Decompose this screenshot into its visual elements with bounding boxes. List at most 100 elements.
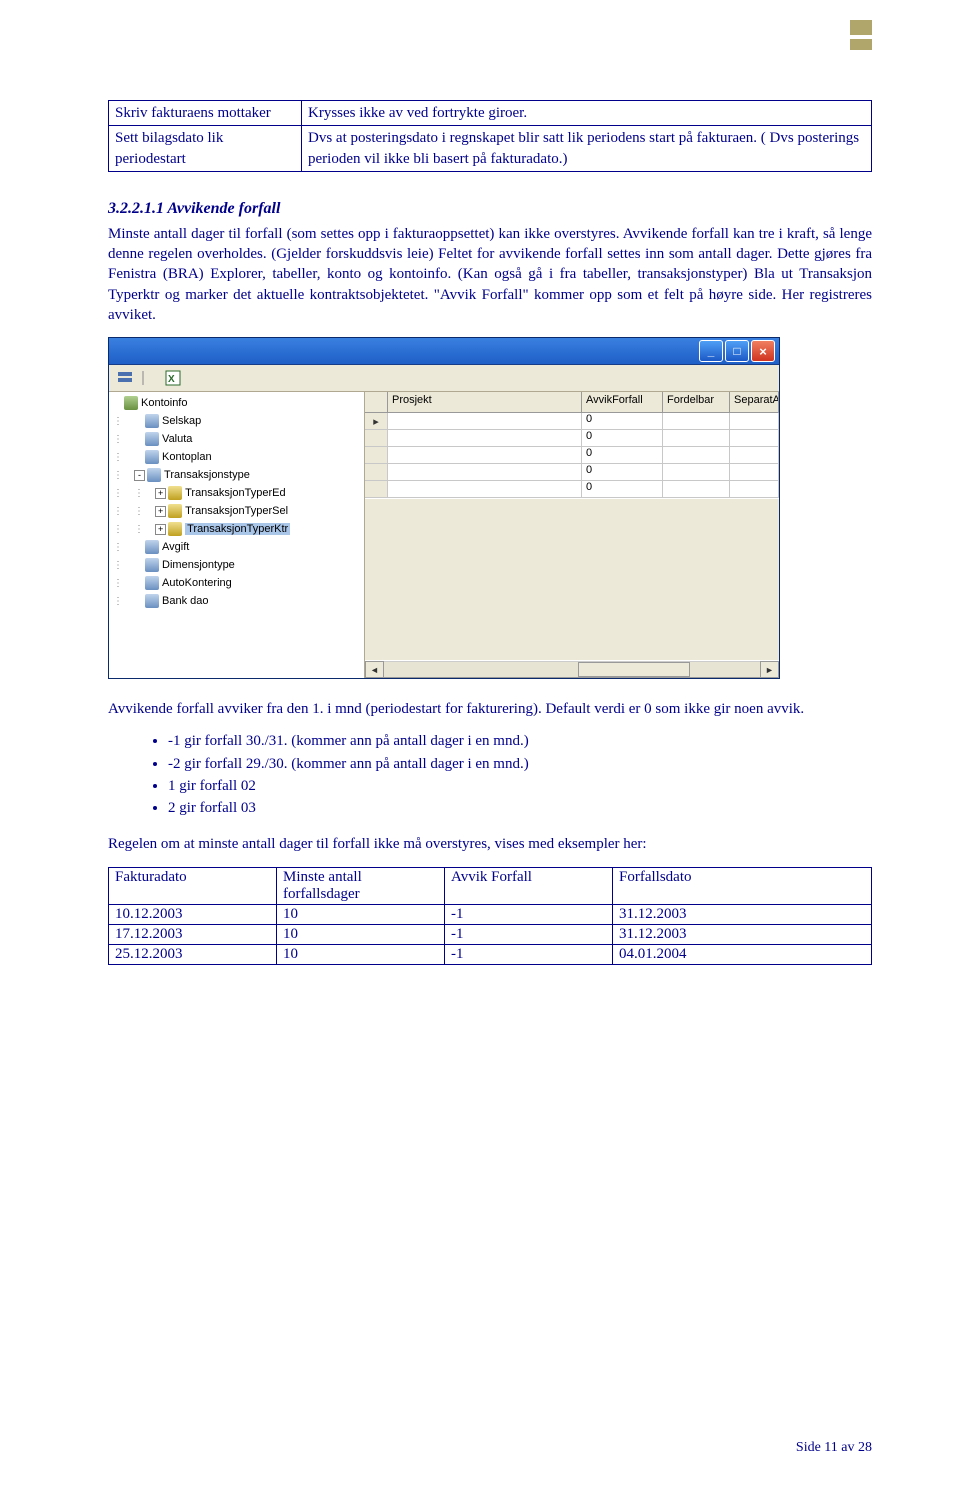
body-paragraph: Regelen om at minste antall dager til fo…	[108, 834, 872, 854]
def-cell: Dvs at posteringsdato i regnskapet blir …	[302, 126, 872, 172]
cell[interactable]	[730, 481, 779, 497]
cell[interactable]	[388, 430, 582, 446]
table-row[interactable]: 0	[365, 447, 779, 464]
horizontal-scrollbar[interactable]: ◄ ►	[365, 660, 779, 678]
cell[interactable]	[663, 430, 730, 446]
cell[interactable]	[388, 464, 582, 480]
cell: 31.12.2003	[613, 904, 872, 924]
body-paragraph: Avvikende forfall avviker fra den 1. i m…	[108, 699, 872, 719]
cell[interactable]	[388, 481, 582, 497]
scroll-right-icon[interactable]: ►	[760, 661, 779, 678]
list-item: 1 gir forfall 02	[168, 776, 872, 796]
cell[interactable]	[663, 447, 730, 463]
tree-item[interactable]: ⋮ ⋮ +TransaksjonTyperKtr	[109, 520, 364, 538]
toolbar: X	[109, 365, 779, 392]
tree-item[interactable]: ⋮ AutoKontering	[109, 574, 364, 592]
tree-item-label: Bank dao	[162, 595, 208, 607]
cell[interactable]: 0	[582, 481, 663, 497]
tree-item-label: Kontoinfo	[141, 397, 187, 409]
cell[interactable]	[388, 447, 582, 463]
cell[interactable]: 0	[582, 447, 663, 463]
cell: 10.12.2003	[109, 904, 277, 924]
definition-table: Skriv fakturaens mottaker Krysses ikke a…	[108, 100, 872, 172]
tree-item[interactable]: ⋮ -Transaksjonstype	[109, 466, 364, 484]
tree-item-label: Selskap	[162, 415, 201, 427]
col-header[interactable]: Prosjekt	[388, 392, 582, 412]
def-cell: Krysses ikke av ved fortrykte giroer.	[302, 101, 872, 126]
col-header[interactable]: AvvikForfall	[582, 392, 663, 412]
tree-item-label: Valuta	[162, 433, 192, 445]
node-icon	[145, 558, 159, 572]
example-table: Fakturadato Minste antall forfallsdager …	[108, 867, 872, 965]
tree-item[interactable]: ⋮ Kontoplan	[109, 448, 364, 466]
minimize-icon[interactable]: _	[699, 340, 723, 362]
tree-item[interactable]: ⋮ ⋮ +TransaksjonTyperSel	[109, 502, 364, 520]
node-icon	[168, 504, 182, 518]
tree-item[interactable]: ⋮ Selskap	[109, 412, 364, 430]
cell[interactable]: 0	[582, 413, 663, 429]
expand-icon[interactable]: +	[155, 488, 166, 499]
node-icon	[145, 432, 159, 446]
col-header[interactable]: SeparatAvr	[730, 392, 779, 412]
tree-item[interactable]: ⋮ Bank dao	[109, 592, 364, 610]
node-icon	[147, 468, 161, 482]
expand-icon[interactable]: +	[155, 506, 166, 517]
data-grid[interactable]: Prosjekt AvvikForfall Fordelbar SeparatA…	[365, 392, 779, 678]
ex-header: Avvik Forfall	[445, 867, 613, 904]
table-row[interactable]: 0	[365, 481, 779, 498]
cell: 10	[277, 944, 445, 964]
grid-empty	[365, 498, 779, 660]
toolbar-separator-icon	[141, 370, 157, 386]
col-header[interactable]: Fordelbar	[663, 392, 730, 412]
tree-item[interactable]: ⋮ Dimensjontype	[109, 556, 364, 574]
expand-icon[interactable]: +	[155, 524, 166, 535]
tree-item[interactable]: ⋮ Avgift	[109, 538, 364, 556]
node-icon	[145, 576, 159, 590]
cell: 25.12.2003	[109, 944, 277, 964]
tree-item-label: TransaksjonTyperKtr	[185, 523, 290, 535]
cell: 04.01.2004	[613, 944, 872, 964]
maximize-icon[interactable]: □	[725, 340, 749, 362]
cell[interactable]	[730, 464, 779, 480]
row-header: ▸	[365, 413, 388, 429]
expand-icon[interactable]: -	[134, 470, 145, 481]
scroll-left-icon[interactable]: ◄	[365, 661, 384, 678]
scroll-thumb[interactable]	[578, 662, 690, 677]
cell[interactable]	[730, 413, 779, 429]
cell: 31.12.2003	[613, 924, 872, 944]
tree-item-label: Dimensjontype	[162, 559, 235, 571]
tree-item[interactable]: Kontoinfo	[109, 394, 364, 412]
table-row: 10.12.200310-131.12.2003	[109, 904, 872, 924]
close-icon[interactable]: ×	[751, 340, 775, 362]
excel-icon[interactable]: X	[165, 370, 181, 386]
tree-item[interactable]: ⋮ ⋮ +TransaksjonTyperEd	[109, 484, 364, 502]
grid-corner	[365, 392, 388, 412]
ex-header: Forfallsdato	[613, 867, 872, 904]
toolbar-icon[interactable]	[117, 370, 133, 386]
cell[interactable]: 0	[582, 464, 663, 480]
table-row[interactable]: ▸0	[365, 413, 779, 430]
table-row: 17.12.200310-131.12.2003	[109, 924, 872, 944]
cell[interactable]	[663, 413, 730, 429]
table-row[interactable]: 0	[365, 430, 779, 447]
cell[interactable]	[663, 481, 730, 497]
cell[interactable]	[388, 413, 582, 429]
tree-item-label: Kontoplan	[162, 451, 212, 463]
cell[interactable]	[730, 447, 779, 463]
cell[interactable]	[663, 464, 730, 480]
cell[interactable]	[730, 430, 779, 446]
cell: -1	[445, 924, 613, 944]
tree-item[interactable]: ⋮ Valuta	[109, 430, 364, 448]
ex-header: Fakturadato	[109, 867, 277, 904]
ex-header: Minste antall forfallsdager	[277, 867, 445, 904]
node-icon	[145, 594, 159, 608]
tree-pane[interactable]: Kontoinfo ⋮ Selskap⋮ Valuta⋮ Kontoplan⋮ -…	[109, 392, 365, 678]
node-icon	[124, 396, 138, 410]
tree-item-label: TransaksjonTyperEd	[185, 487, 285, 499]
tree-item-label: TransaksjonTyperSel	[185, 505, 288, 517]
table-row[interactable]: 0	[365, 464, 779, 481]
cell: -1	[445, 944, 613, 964]
app-screenshot: _ □ × X Kontoinfo ⋮ Selskap⋮ Valuta⋮ Kont…	[108, 337, 780, 679]
cell[interactable]: 0	[582, 430, 663, 446]
row-header	[365, 481, 388, 497]
